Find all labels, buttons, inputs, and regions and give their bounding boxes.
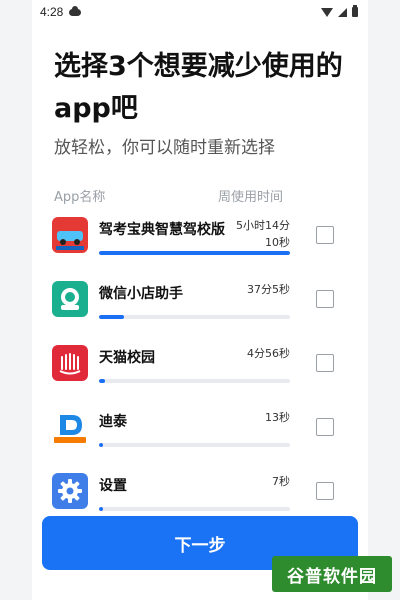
usage-bar [99, 379, 290, 383]
status-time: 4:28 [40, 5, 64, 19]
usage-bar-fill [99, 251, 290, 255]
app-usage-time: 5小时14分10秒 [236, 219, 290, 249]
app-row[interactable]: 天猫校园 4分56秒 [52, 345, 342, 401]
page-title: 选择3个想要减少使用的app吧 [54, 51, 343, 124]
app-name: 微信小店助手 [99, 286, 183, 302]
select-checkbox[interactable] [316, 290, 334, 308]
wifi-icon [321, 7, 333, 17]
page-subtitle: 放轻松，你可以随时重新选择 [54, 138, 275, 158]
tmall-campus-icon [52, 345, 88, 381]
ditai-icon [52, 409, 88, 445]
app-name: 迪泰 [99, 414, 127, 430]
battery-icon [352, 5, 358, 17]
app-name: 天猫校园 [99, 350, 155, 366]
shop-assistant-icon [52, 281, 88, 317]
app-usage-time: 7秒 [272, 475, 290, 488]
app-name: 驾考宝典智慧驾校版 [99, 222, 225, 238]
usage-bar [99, 251, 290, 255]
status-bar: 4:28 [32, 0, 368, 24]
signal-icon [338, 7, 347, 17]
select-checkbox[interactable] [316, 354, 334, 372]
column-header-time: 周使用时间 [218, 190, 284, 205]
select-checkbox[interactable] [316, 226, 334, 244]
app-usage-time: 4分56秒 [247, 347, 290, 360]
app-row[interactable]: 微信小店助手 37分5秒 [52, 281, 342, 337]
usage-bar-fill [99, 379, 105, 383]
usage-bar-fill [99, 443, 103, 447]
usage-bar [99, 315, 290, 319]
usage-bar [99, 507, 290, 511]
usage-bar [99, 443, 290, 447]
app-row[interactable]: 迪泰 13秒 [52, 409, 342, 465]
watermark-logo: 谷普软件园 [272, 556, 392, 592]
column-header-app: App名称 [54, 190, 106, 205]
car-app-icon [52, 217, 88, 253]
select-checkbox[interactable] [316, 418, 334, 436]
status-icons [321, 5, 358, 17]
app-usage-time: 37分5秒 [247, 283, 290, 296]
app-name: 设置 [99, 478, 127, 494]
cloud-icon [69, 5, 82, 16]
app-usage-time: 13秒 [265, 411, 290, 424]
usage-bar-fill [99, 507, 103, 511]
app-row[interactable]: 驾考宝典智慧驾校版 5小时14分10秒 [52, 217, 342, 273]
usage-bar-fill [99, 315, 124, 319]
settings-gear-icon [52, 473, 88, 509]
select-checkbox[interactable] [316, 482, 334, 500]
